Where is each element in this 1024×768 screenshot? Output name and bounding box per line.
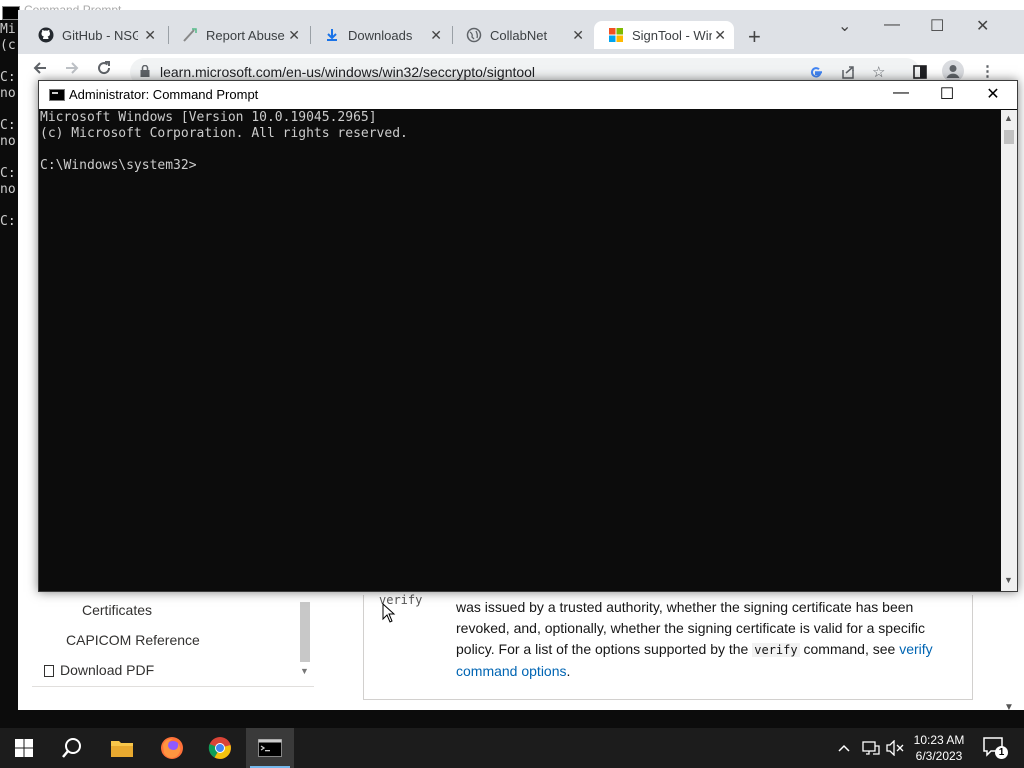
toc-item-capicom-reference[interactable]: CAPICOM Reference: [66, 632, 200, 648]
options-table-row: verify was issued by a trusted authority…: [363, 593, 973, 700]
inline-code: verify: [752, 643, 800, 657]
cmd-close-button[interactable]: ✕: [973, 84, 1013, 104]
address-text: learn.microsoft.com/en-us/windows/win32/…: [160, 64, 536, 80]
close-icon[interactable]: ✕: [144, 27, 156, 44]
network-icon[interactable]: [862, 740, 880, 759]
browser-close-button[interactable]: ✕: [976, 16, 989, 36]
command-prompt-window[interactable]: Administrator: Command Prompt — ☐ ✕ Micr…: [38, 80, 1018, 592]
tab-github-label: GitHub - NSGi: [62, 27, 138, 43]
notification-count-badge: 1: [995, 746, 1008, 759]
tab-report-abuse-label: Report Abuse: [206, 27, 285, 43]
close-icon[interactable]: ✕: [288, 27, 300, 44]
description-line: command options.: [456, 663, 571, 679]
close-icon[interactable]: ✕: [714, 27, 726, 44]
verify-command-options-link[interactable]: command options: [456, 663, 567, 679]
volume-muted-icon[interactable]: [886, 739, 906, 759]
verify-link[interactable]: verify: [899, 641, 932, 657]
lock-icon[interactable]: [140, 64, 150, 77]
file-explorer-button[interactable]: [98, 728, 146, 768]
cmd-minimize-button[interactable]: —: [881, 84, 921, 102]
toc-scroll-down-icon[interactable]: ▼: [300, 666, 309, 676]
clock[interactable]: 10:23 AM 6/3/2023: [904, 732, 974, 764]
description-line: revoked, and, optionally, whether the si…: [456, 620, 925, 636]
reload-button[interactable]: [96, 60, 112, 81]
cmd-icon: [49, 89, 65, 101]
more-menu-icon[interactable]: ⋮: [980, 62, 995, 80]
globe-icon: [466, 27, 482, 43]
taskbar: 10:23 AM 6/3/2023 1: [0, 728, 1024, 768]
pdf-icon: [44, 665, 54, 677]
toc-item-certificates[interactable]: Certificates: [82, 602, 152, 618]
browser-maximize-button[interactable]: ☐: [930, 16, 944, 36]
new-tab-button[interactable]: +: [748, 24, 761, 50]
download-pdf-link[interactable]: Download PDF: [44, 662, 154, 678]
tab-signtool-label: SignTool - Win: [632, 27, 712, 43]
page-scroll-down-icon[interactable]: ▼: [1004, 702, 1014, 713]
tab-collabnet[interactable]: CollabNet ✕: [452, 21, 592, 49]
clock-date: 6/3/2023: [915, 749, 963, 763]
tab-report-abuse[interactable]: Report Abuse ✕: [168, 21, 308, 49]
browser-minimize-button[interactable]: —: [884, 16, 900, 34]
command-prompt-taskbar-button[interactable]: [246, 728, 294, 768]
start-button[interactable]: [0, 728, 48, 768]
tab-github[interactable]: GitHub - NSGi ✕: [24, 21, 164, 49]
cmd-console-area[interactable]: Microsoft Windows [Version 10.0.19045.29…: [39, 110, 1001, 591]
firefox-button[interactable]: [148, 728, 196, 768]
cmd-window-title: Administrator: Command Prompt: [69, 87, 259, 102]
tab-signtool[interactable]: SignTool - Win ✕: [594, 21, 734, 49]
cmd-output-text: Microsoft Windows [Version 10.0.19045.29…: [40, 110, 408, 173]
tab-downloads[interactable]: Downloads ✕: [310, 21, 450, 49]
command-description: was issued by a trusted authority, wheth…: [456, 597, 956, 682]
scroll-thumb[interactable]: [1004, 130, 1014, 144]
description-line: was issued by a trusted authority, wheth…: [456, 599, 914, 615]
close-icon[interactable]: ✕: [572, 27, 584, 44]
tab-search-icon[interactable]: ⌄: [838, 16, 851, 36]
report-icon: [182, 27, 198, 43]
chevron-up-icon[interactable]: [838, 740, 850, 756]
background-console-text: Mi (c C: no C: no C: no C:: [0, 22, 16, 229]
bookmark-star-icon[interactable]: ☆: [872, 63, 885, 81]
tab-strip: GitHub - NSGi ✕ Report Abuse ✕ Downloads…: [18, 10, 1024, 54]
toc-scrollbar[interactable]: [300, 602, 310, 662]
cmd-scrollbar[interactable]: ▲ ▼: [1001, 110, 1017, 591]
tab-collabnet-label: CollabNet: [490, 27, 548, 43]
back-button[interactable]: [32, 60, 48, 81]
tab-downloads-label: Downloads: [348, 27, 413, 43]
scroll-down-icon[interactable]: ▼: [1004, 575, 1013, 585]
download-pdf-label: Download PDF: [60, 662, 155, 678]
download-icon: [324, 27, 340, 43]
description-line: policy. For a list of the options suppor…: [456, 641, 933, 657]
divider: [32, 686, 314, 687]
github-icon: [38, 27, 54, 43]
close-icon[interactable]: ✕: [430, 27, 442, 44]
mouse-cursor-icon: [382, 602, 396, 628]
notification-center-button[interactable]: 1: [982, 736, 1008, 759]
scroll-up-icon[interactable]: ▲: [1004, 113, 1013, 123]
search-button[interactable]: [48, 728, 96, 768]
clock-time: 10:23 AM: [913, 733, 965, 747]
cmd-maximize-button[interactable]: ☐: [927, 84, 967, 104]
cmd-titlebar[interactable]: Administrator: Command Prompt — ☐ ✕: [39, 81, 1017, 109]
chrome-button[interactable]: [196, 728, 244, 768]
microsoft-icon: [608, 27, 624, 43]
forward-button[interactable]: [64, 60, 80, 81]
